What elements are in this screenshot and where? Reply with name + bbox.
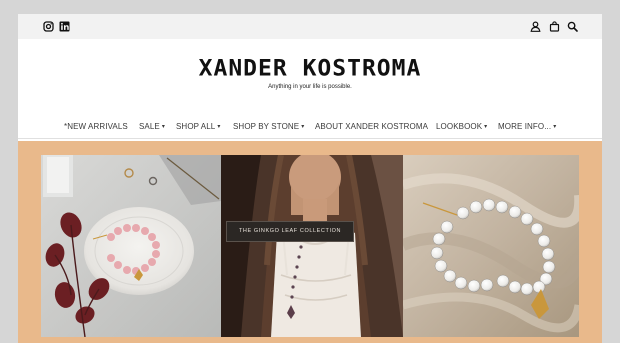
top-bar bbox=[18, 14, 602, 39]
nav-item-sale[interactable]: SALE ▾ bbox=[139, 122, 165, 131]
linkedin-icon[interactable] bbox=[59, 21, 70, 32]
hero-image-right[interactable] bbox=[403, 155, 579, 337]
chevron-down-icon: ▾ bbox=[161, 124, 165, 130]
chevron-down-icon: ▾ bbox=[301, 124, 305, 130]
nav-label: *NEW ARRIVALS bbox=[64, 122, 128, 131]
nav-item-new-arrivals[interactable]: *NEW ARRIVALS bbox=[64, 122, 128, 131]
nav-item-shop-by-stone[interactable]: SHOP BY STONE ▾ bbox=[233, 122, 304, 131]
chevron-down-icon: ▾ bbox=[553, 124, 557, 130]
nav-item-lookbook[interactable]: LOOKBOOK ▾ bbox=[436, 122, 487, 131]
account-icon[interactable] bbox=[530, 21, 541, 32]
nav-label: MORE INFO... bbox=[498, 122, 552, 131]
search-icon[interactable] bbox=[567, 21, 578, 32]
instagram-icon[interactable] bbox=[43, 21, 54, 32]
nav-label: LOOKBOOK bbox=[436, 122, 483, 131]
hero-image-left[interactable] bbox=[41, 155, 221, 337]
hero-banner bbox=[18, 141, 602, 343]
page-frame: XANDER KOSTROMA Anything in your life is… bbox=[18, 14, 602, 343]
hero-image-middle[interactable] bbox=[221, 155, 403, 337]
site-logo[interactable]: XANDER KOSTROMA bbox=[18, 57, 602, 82]
nav-item-about[interactable]: ABOUT XANDER KOSTROMA bbox=[315, 122, 428, 131]
nav-item-more-info[interactable]: MORE INFO... ▾ bbox=[498, 122, 556, 131]
nav-label: ABOUT XANDER KOSTROMA bbox=[315, 122, 429, 131]
chevron-down-icon: ▾ bbox=[217, 124, 221, 130]
nav-label: SHOP ALL bbox=[176, 122, 216, 131]
nav-label: SALE bbox=[139, 122, 160, 131]
site-header: XANDER KOSTROMA Anything in your life is… bbox=[18, 39, 602, 125]
site-tagline: Anything in your life is possible. bbox=[268, 84, 352, 90]
cart-icon[interactable] bbox=[549, 21, 560, 32]
nav-item-shop-all[interactable]: SHOP ALL ▾ bbox=[176, 122, 220, 131]
nav-label: SHOP BY STONE bbox=[233, 122, 300, 131]
main-nav: *NEW ARRIVALS SALE ▾ SHOP ALL ▾ SHOP BY ST… bbox=[18, 115, 602, 139]
ginkgo-collection-button[interactable]: THE GINKGO LEAF COLLECTION bbox=[226, 221, 354, 242]
chevron-down-icon: ▾ bbox=[484, 124, 488, 130]
